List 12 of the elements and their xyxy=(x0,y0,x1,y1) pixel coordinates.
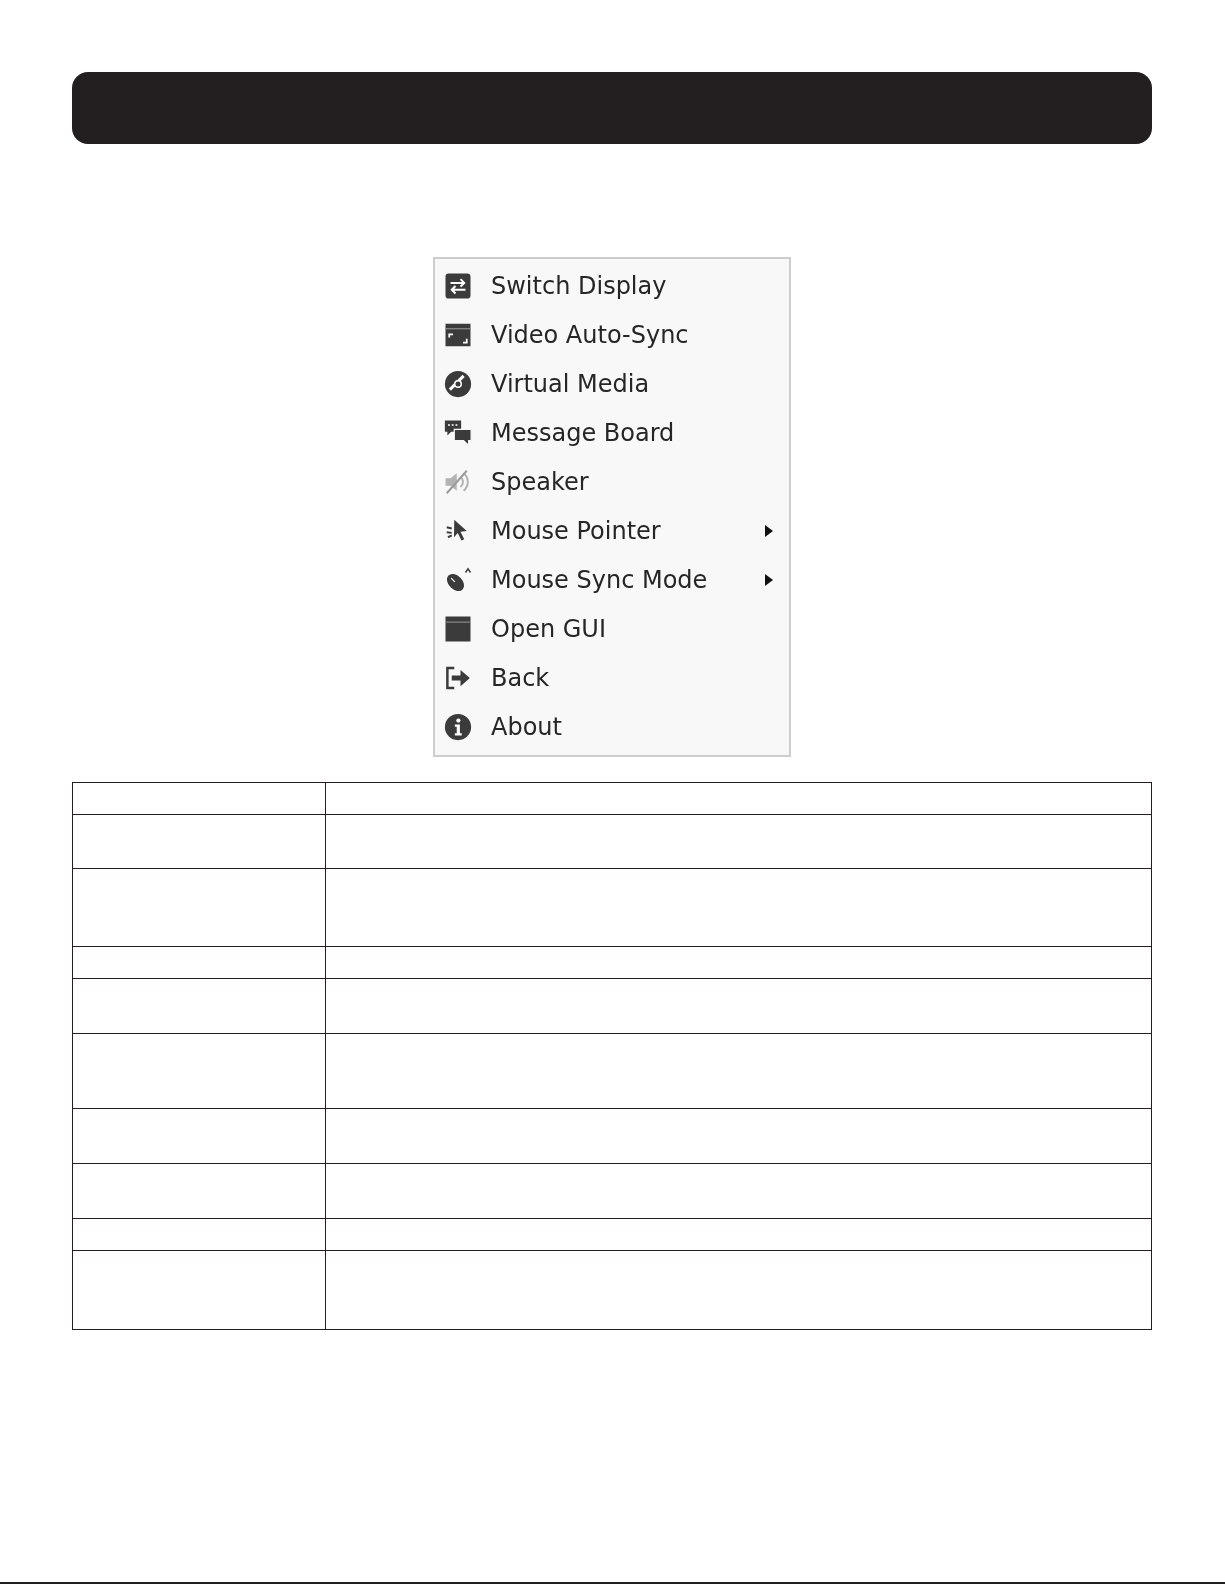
menu-item[interactable]: About xyxy=(435,702,789,751)
menu-item[interactable]: Mouse Pointer xyxy=(435,506,789,555)
menu-item[interactable]: Video Auto-Sync xyxy=(435,310,789,359)
menu-item[interactable]: Message Board xyxy=(435,408,789,457)
menu-item[interactable]: Mouse Sync Mode xyxy=(435,555,789,604)
menu-item[interactable]: Virtual Media xyxy=(435,359,789,408)
menu-item[interactable]: Switch Display xyxy=(435,261,789,310)
menu-item[interactable]: Speaker xyxy=(435,457,789,506)
menu-item[interactable]: Open GUI xyxy=(435,604,789,653)
disc-icon xyxy=(443,368,473,399)
info-icon xyxy=(443,711,473,742)
menu-item[interactable]: Back xyxy=(435,653,789,702)
